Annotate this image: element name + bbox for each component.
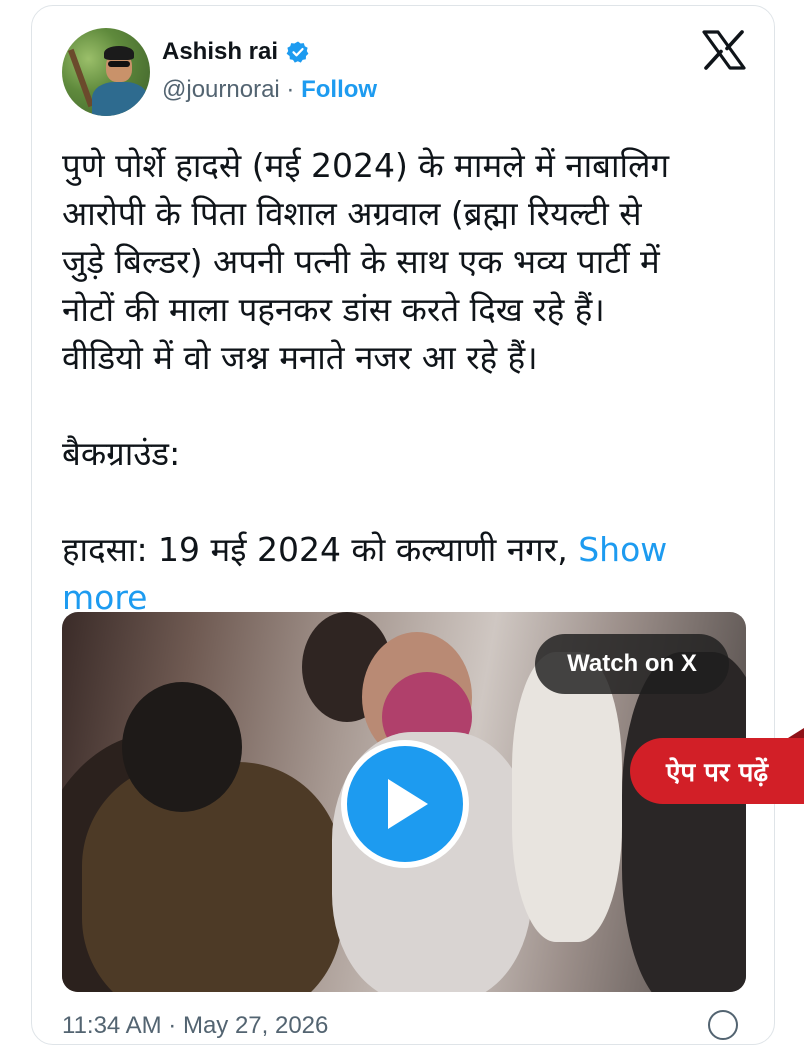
- author-name[interactable]: Ashish rai: [162, 38, 278, 66]
- avatar[interactable]: [62, 28, 150, 116]
- tweet-text: पुणे पोर्शे हादसे (मई 2024) के मामले में…: [62, 146, 670, 569]
- author-name-row[interactable]: Ashish rai: [162, 38, 310, 66]
- verified-badge-icon: [286, 41, 309, 63]
- author-handle-row: @journorai · Follow: [162, 76, 377, 104]
- tweet-timestamp[interactable]: 11:34 AM · May 27, 2026: [62, 1012, 328, 1040]
- play-button[interactable]: [341, 740, 469, 868]
- info-icon[interactable]: [708, 1010, 738, 1040]
- read-in-app-banner[interactable]: ऐप पर पढ़ें: [630, 728, 804, 804]
- read-in-app-label: ऐप पर पढ़ें: [665, 758, 769, 788]
- follow-button[interactable]: Follow: [301, 76, 377, 103]
- tweet-body: पुणे पोर्शे हादसे (मई 2024) के मामले में…: [62, 142, 752, 622]
- author-handle[interactable]: @journorai: [162, 76, 280, 103]
- play-icon: [388, 779, 428, 829]
- separator: ·: [279, 76, 302, 103]
- watch-on-x-button[interactable]: Watch on X: [535, 634, 729, 694]
- x-logo-icon[interactable]: [702, 30, 746, 70]
